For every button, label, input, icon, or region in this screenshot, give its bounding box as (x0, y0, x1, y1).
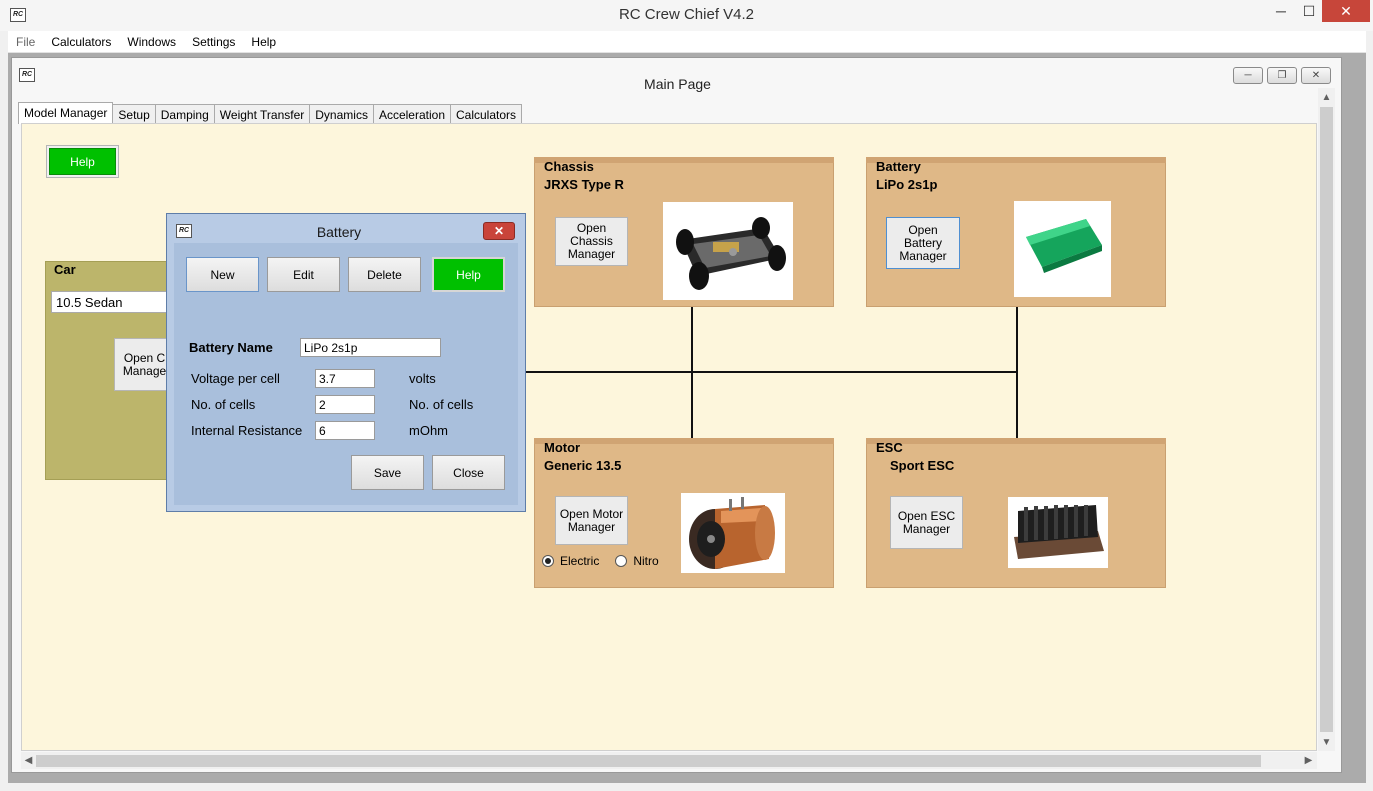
child-close-button[interactable]: ✕ (1301, 67, 1331, 84)
open-esc-manager-button[interactable]: Open ESC Manager (890, 496, 963, 549)
tab-model-manager[interactable]: Model Manager (18, 102, 114, 124)
help-button[interactable]: Help (49, 148, 116, 175)
child-restore-button[interactable]: ❐ (1267, 67, 1297, 84)
brushless-motor-icon (689, 497, 775, 569)
minimize-button[interactable]: ─ (1266, 0, 1296, 22)
tab-dynamics[interactable]: Dynamics (309, 104, 374, 124)
maximize-button[interactable]: ☐ (1294, 0, 1324, 22)
horizontal-scroll-thumb[interactable] (36, 755, 1261, 767)
dialog-delete-button[interactable]: Delete (348, 257, 421, 292)
menu-settings[interactable]: Settings (184, 31, 243, 53)
esc-name: Sport ESC (890, 458, 955, 473)
cells-unit: No. of cells (409, 397, 474, 412)
voltage-label: Voltage per cell (191, 371, 280, 386)
esc-heatsink-icon (1014, 505, 1104, 559)
voltage-unit: volts (409, 371, 436, 386)
tab-damping[interactable]: Damping (154, 104, 215, 124)
voltage-input[interactable]: 3.7 (315, 369, 375, 388)
battery-dialog-title: Battery (316, 224, 362, 240)
motor-type-radio-group: Electric Nitro (542, 554, 659, 568)
dialog-close-icon[interactable]: ✕ (483, 222, 515, 240)
cells-label: No. of cells (191, 397, 256, 412)
scroll-down-icon[interactable]: ▼ (1318, 734, 1335, 751)
tab-setup[interactable]: Setup (112, 104, 156, 124)
dialog-new-button[interactable]: New (186, 257, 259, 292)
radio-electric[interactable] (542, 555, 554, 567)
scroll-up-icon[interactable]: ▲ (1318, 89, 1335, 106)
scroll-right-icon[interactable]: ▶ (1300, 752, 1317, 769)
tab-strip: Model Manager Setup Damping Weight Transfer… (18, 102, 523, 124)
chassis-panel-title: Chassis (544, 159, 594, 174)
motor-name: Generic 13.5 (544, 458, 622, 473)
rc-chassis-icon (676, 217, 786, 290)
battery-name-input[interactable]: LiPo 2s1p (300, 338, 441, 357)
scroll-left-icon[interactable]: ◀ (20, 752, 37, 769)
battery-image (1014, 201, 1111, 297)
menu-file[interactable]: File (8, 31, 43, 53)
connector-chassis-motor (691, 307, 693, 439)
connector-horizontal (526, 371, 1016, 373)
tab-acceleration[interactable]: Acceleration (372, 104, 451, 124)
window-title: RC Crew Chief V4.2 (618, 6, 755, 23)
tab-weight-transfer[interactable]: Weight Transfer (213, 104, 311, 124)
tab-calculators[interactable]: Calculators (450, 104, 523, 124)
radio-nitro[interactable] (615, 555, 628, 567)
motor-image (681, 493, 785, 573)
car-panel-title: Car (54, 262, 76, 277)
open-motor-manager-button[interactable]: Open Motor Manager (555, 496, 628, 545)
open-chassis-manager-button[interactable]: Open Chassis Manager (555, 217, 628, 266)
dialog-close-button[interactable]: Close (432, 455, 505, 490)
esc-panel-header (866, 438, 1166, 444)
cells-input[interactable]: 2 (315, 395, 375, 414)
resistance-label: Internal Resistance (191, 423, 303, 438)
esc-image (1008, 497, 1108, 568)
menu-help[interactable]: Help (243, 31, 284, 53)
battery-panel-title: Battery (876, 159, 921, 174)
vertical-scroll-thumb[interactable] (1320, 107, 1333, 732)
chassis-image (663, 202, 793, 300)
motor-panel-title: Motor (544, 440, 581, 455)
close-button[interactable]: ✕ (1322, 0, 1370, 22)
menu-windows[interactable]: Windows (119, 31, 184, 53)
radio-nitro-label: Nitro (633, 554, 659, 568)
dialog-help-button[interactable]: Help (432, 257, 505, 292)
battery-name: LiPo 2s1p (876, 177, 938, 192)
menu-bar: File Calculators Windows Settings Help (8, 31, 1366, 53)
connector-battery-esc (1016, 307, 1018, 439)
radio-electric-label: Electric (560, 554, 600, 568)
resistance-input[interactable]: 6 (315, 421, 375, 440)
lipo-battery-icon (1026, 219, 1102, 273)
car-select[interactable]: 10.5 Sedan (51, 291, 175, 313)
menu-calculators[interactable]: Calculators (43, 31, 119, 53)
dialog-edit-button[interactable]: Edit (267, 257, 340, 292)
open-battery-manager-button[interactable]: Open Battery Manager (886, 217, 960, 269)
child-minimize-button[interactable]: ─ (1233, 67, 1263, 84)
child-app-icon[interactable]: RC (19, 68, 35, 82)
chassis-name: JRXS Type R (544, 177, 624, 192)
child-window-title: Main Page (644, 76, 711, 92)
dialog-save-button[interactable]: Save (351, 455, 424, 490)
esc-panel-title: ESC (876, 440, 903, 455)
resistance-unit: mOhm (409, 423, 448, 438)
battery-name-label: Battery Name (189, 340, 273, 355)
